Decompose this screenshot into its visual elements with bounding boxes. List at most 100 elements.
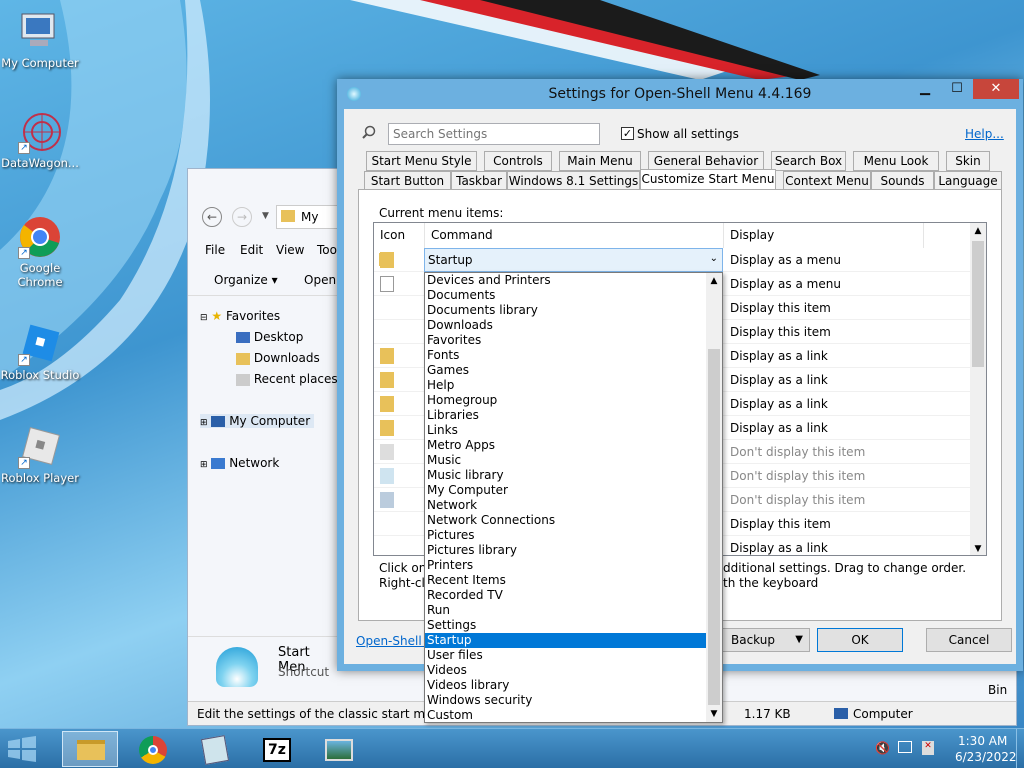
dropdown-option[interactable]: Network bbox=[425, 498, 707, 513]
taskbar-7zip[interactable]: 7z bbox=[248, 731, 304, 767]
show-desktop-button[interactable] bbox=[1016, 729, 1024, 768]
history-dropdown[interactable]: ▼ bbox=[262, 211, 269, 221]
tab-context-menu[interactable]: Context Menu bbox=[783, 171, 871, 191]
menu-edit[interactable]: Edit bbox=[240, 243, 263, 257]
menu-file[interactable]: File bbox=[205, 243, 225, 257]
taskbar-photo-viewer[interactable] bbox=[310, 731, 366, 767]
column-header-icon[interactable]: Icon bbox=[374, 223, 425, 248]
tab-taskbar[interactable]: Taskbar bbox=[451, 171, 507, 191]
taskbar-file-explorer[interactable] bbox=[62, 731, 118, 767]
tab-skin[interactable]: Skin bbox=[946, 151, 990, 171]
desktop-icon-roblox-studio[interactable]: ↗ Roblox Studio bbox=[0, 322, 80, 382]
volume-muted-icon[interactable]: 🔇 bbox=[875, 741, 890, 755]
dropdown-option[interactable]: Settings bbox=[425, 618, 707, 633]
dropdown-option[interactable]: Documents bbox=[425, 288, 707, 303]
nav-my-computer[interactable]: ⊞ My Computer bbox=[200, 414, 315, 428]
dropdown-option[interactable]: Run bbox=[425, 603, 707, 618]
dropdown-option[interactable]: Music library bbox=[425, 468, 707, 483]
organize-button[interactable]: Organize ▾ bbox=[214, 273, 278, 287]
forward-button[interactable]: → bbox=[232, 207, 252, 227]
dropdown-option[interactable]: Network Connections bbox=[425, 513, 707, 528]
dropdown-option[interactable]: Metro Apps bbox=[425, 438, 707, 453]
dropdown-option[interactable]: Pictures bbox=[425, 528, 707, 543]
scroll-up-arrow[interactable]: ▲ bbox=[706, 273, 722, 289]
scroll-up-arrow[interactable]: ▲ bbox=[970, 223, 986, 239]
nav-recent[interactable]: Recent places bbox=[236, 372, 338, 386]
dropdown-option[interactable]: Links bbox=[425, 423, 707, 438]
dropdown-option[interactable]: Recent Items bbox=[425, 573, 707, 588]
dropdown-option[interactable]: My Computer bbox=[425, 483, 707, 498]
scroll-thumb[interactable] bbox=[708, 349, 720, 705]
dropdown-option[interactable]: Startup bbox=[425, 633, 707, 648]
scroll-down-arrow[interactable]: ▼ bbox=[970, 541, 986, 555]
tab-search-box[interactable]: Search Box bbox=[771, 151, 846, 171]
dropdown-option[interactable]: Fonts bbox=[425, 348, 707, 363]
command-combobox[interactable]: Startup ⌄ bbox=[424, 248, 723, 272]
search-input[interactable] bbox=[388, 123, 600, 145]
clock-time[interactable]: 1:30 AM bbox=[958, 734, 1007, 748]
grid-scrollbar[interactable]: ▲ ▼ bbox=[970, 223, 986, 555]
desktop-icon-my-computer[interactable]: My Computer bbox=[0, 10, 80, 70]
tab-customize-start-menu[interactable]: Customize Start Menu bbox=[640, 169, 776, 191]
start-button[interactable] bbox=[0, 729, 44, 768]
tab-main-menu[interactable]: Main Menu bbox=[559, 151, 641, 171]
clock-date[interactable]: 6/23/2022 bbox=[955, 750, 1017, 764]
dropdown-option[interactable]: Pictures library bbox=[425, 543, 707, 558]
backup-button[interactable]: Backup ▼ bbox=[722, 628, 810, 652]
show-all-label[interactable]: Show all settings bbox=[637, 127, 739, 141]
dropdown-option[interactable]: Documents library bbox=[425, 303, 707, 318]
nav-downloads[interactable]: Downloads bbox=[236, 351, 320, 365]
open-button[interactable]: Open bbox=[304, 273, 336, 287]
nav-network[interactable]: ⊞ Network bbox=[200, 456, 279, 470]
tab-start-button[interactable]: Start Button bbox=[364, 171, 451, 191]
help-link[interactable]: Help... bbox=[965, 127, 1004, 141]
nav-favorites[interactable]: ⊟ ★ Favorites bbox=[200, 309, 280, 323]
back-button[interactable]: ← bbox=[202, 207, 222, 227]
column-header-command[interactable]: Command bbox=[425, 223, 724, 248]
title-bar[interactable]: Settings for Open-Shell Menu 4.4.169 ▁ ☐… bbox=[337, 79, 1023, 109]
desktop-icon-chrome[interactable]: ↗ Google Chrome bbox=[0, 215, 80, 289]
scroll-down-arrow[interactable]: ▼ bbox=[706, 706, 722, 722]
dropdown-option[interactable]: Favorites bbox=[425, 333, 707, 348]
dropdown-option[interactable]: Downloads bbox=[425, 318, 707, 333]
dropdown-option[interactable]: Devices and Printers bbox=[425, 273, 707, 288]
dropdown-option[interactable]: Windows security bbox=[425, 693, 707, 708]
scroll-thumb[interactable] bbox=[972, 241, 984, 367]
taskbar-chrome[interactable] bbox=[124, 731, 180, 767]
dropdown-option[interactable]: Custom bbox=[425, 708, 707, 723]
open-shell-help-link[interactable]: Open-Shell H bbox=[356, 634, 435, 648]
desktop-icon-datawagon[interactable]: ↗ DataWagon... bbox=[0, 110, 80, 170]
dropdown-option[interactable]: Videos bbox=[425, 663, 707, 678]
dropdown-option[interactable]: Libraries bbox=[425, 408, 707, 423]
tab-windows-81-settings[interactable]: Windows 8.1 Settings bbox=[507, 171, 640, 191]
menu-tools[interactable]: Too bbox=[317, 243, 337, 257]
tab-general-behavior[interactable]: General Behavior bbox=[648, 151, 764, 171]
tab-controls[interactable]: Controls bbox=[484, 151, 552, 171]
tab-sounds[interactable]: Sounds bbox=[871, 171, 934, 191]
address-bar[interactable]: My bbox=[276, 205, 340, 229]
dropdown-option[interactable]: Games bbox=[425, 363, 707, 378]
command-dropdown-list[interactable]: Devices and Printers Documents Documents l… bbox=[424, 272, 723, 723]
dropdown-option[interactable]: Printers bbox=[425, 558, 707, 573]
action-center-icon[interactable]: ✕ bbox=[922, 741, 934, 755]
network-tray-icon[interactable] bbox=[898, 741, 912, 753]
dropdown-scrollbar[interactable]: ▲ ▼ bbox=[706, 273, 722, 722]
maximize-button[interactable]: ☐ bbox=[941, 79, 973, 99]
tab-menu-look[interactable]: Menu Look bbox=[853, 151, 939, 171]
show-all-checkbox[interactable]: ✓ bbox=[621, 127, 634, 140]
taskbar-notepad[interactable] bbox=[186, 731, 242, 767]
dropdown-option[interactable]: Recorded TV bbox=[425, 588, 707, 603]
menu-view[interactable]: View bbox=[276, 243, 304, 257]
close-button[interactable]: ✕ bbox=[973, 79, 1019, 99]
dropdown-option[interactable]: Homegroup bbox=[425, 393, 707, 408]
minimize-button[interactable]: ▁ bbox=[909, 79, 941, 99]
cancel-button[interactable]: Cancel bbox=[926, 628, 1012, 652]
tab-start-menu-style[interactable]: Start Menu Style bbox=[366, 151, 477, 171]
dropdown-option[interactable]: Videos library bbox=[425, 678, 707, 693]
desktop-icon-roblox-player[interactable]: ↗ Roblox Player bbox=[0, 425, 80, 485]
dropdown-option[interactable]: Music bbox=[425, 453, 707, 468]
ok-button[interactable]: OK bbox=[817, 628, 903, 652]
tab-language[interactable]: Language bbox=[934, 171, 1002, 191]
nav-desktop[interactable]: Desktop bbox=[236, 330, 303, 344]
column-header-display[interactable]: Display bbox=[724, 223, 924, 248]
